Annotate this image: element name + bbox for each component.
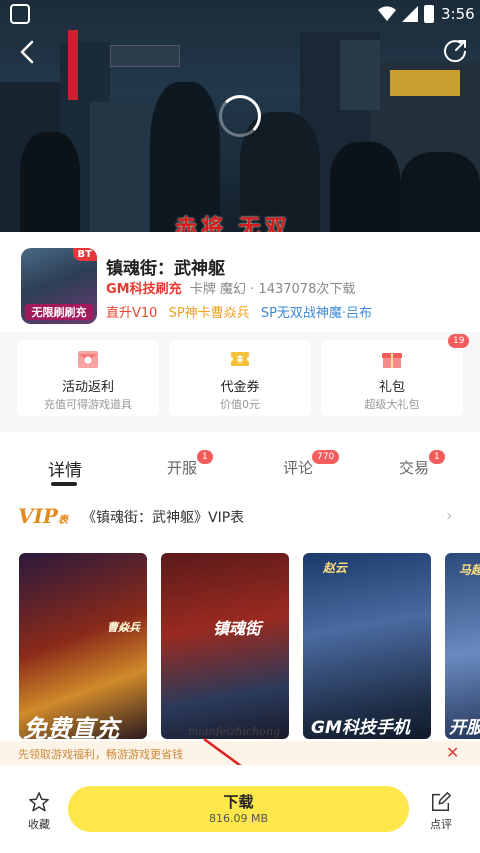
screenshot-side-text: 赵云 (323, 561, 348, 575)
benefit-subtitle: 价值0元 (220, 398, 260, 411)
download-button[interactable]: 下载 816.09 MB (68, 786, 409, 832)
benefit-title: 活动返利 (61, 380, 114, 395)
share-icon[interactable] (442, 38, 468, 64)
screenshot[interactable]: 马超 开服 (445, 553, 480, 739)
tab-comments[interactable]: 评论 (283, 457, 313, 478)
benefit-cards: 活动返利 充值可得游戏道具 代金券 价值0元 礼包 超级大礼包 19 (0, 332, 480, 432)
download-count: 1437078次下载 (258, 282, 356, 297)
benefit-card-voucher[interactable]: 代金券 价值0元 (169, 340, 311, 416)
app-detail-page: 赤将 无双 3:56 BT 无限刷刷充 镇魂街：武神躯 GM科技刷充 卡牌 魔幻… (0, 0, 480, 853)
active-tab-indicator (51, 482, 77, 486)
screenshot-side-text: 曹焱兵 (107, 621, 140, 634)
shop-sign (390, 70, 460, 96)
gm-label: GM科技刷充 (106, 282, 182, 297)
star-icon (29, 792, 49, 812)
tab-server[interactable]: 开服 (167, 457, 197, 478)
character-silhouette (400, 152, 480, 232)
loading-spinner-icon (219, 95, 261, 137)
review-label: 点评 (430, 818, 452, 831)
download-size: 816.09 MB (208, 812, 269, 825)
tip-text: 先领取游戏福利，畅游游戏更省钱 (18, 748, 183, 761)
character-silhouette (330, 142, 400, 232)
battery-icon (424, 5, 434, 23)
window-lights (340, 40, 380, 110)
voucher-icon (231, 352, 249, 366)
review-button[interactable]: 点评 (424, 791, 458, 832)
rebate-envelope-icon (78, 351, 98, 368)
screenshot-caption: 开服 (449, 718, 480, 738)
bt-badge: BT (72, 248, 97, 261)
status-bar: 3:56 (0, 0, 480, 28)
feature-tag: SP无双战神魔·吕布 (260, 306, 373, 321)
character-silhouette (20, 132, 80, 232)
screenshot-caption: 免费直充 (23, 715, 119, 739)
gift-count-badge: 19 (448, 334, 470, 348)
screenshot[interactable]: 赵云 GM科技手机 (303, 553, 431, 739)
screenshot[interactable]: 镇魂街 (161, 553, 289, 739)
benefit-title: 礼包 (378, 380, 405, 395)
tab-details[interactable]: 详情 (48, 456, 82, 481)
app-meta: GM科技刷充 卡牌 魔幻 · 1437078次下载 (106, 278, 355, 297)
chevron-right-icon: › (446, 506, 453, 525)
screenshot-caption: 镇魂街 (213, 619, 262, 638)
benefit-title: 代金券 (220, 380, 260, 395)
benefit-subtitle: 超级大礼包 (364, 398, 420, 411)
signal-icon (402, 6, 418, 22)
favorite-label: 收藏 (28, 818, 50, 831)
screenshot-side-text: 马超 (459, 563, 480, 577)
app-genre: 卡牌 魔幻 (189, 282, 247, 297)
app-title: 镇魂街：武神躯 (106, 259, 225, 279)
bottom-action-bar: 收藏 下载 816.09 MB 点评 (0, 765, 480, 853)
app-notification-icon (10, 4, 30, 24)
benefit-card-gift[interactable]: 礼包 超级大礼包 (321, 340, 463, 416)
video-overlay-text: 赤将 无双 (175, 216, 291, 232)
app-info-section: BT 无限刷刷充 镇魂街：武神躯 GM科技刷充 卡牌 魔幻 · 1437078次… (0, 232, 480, 332)
vip-label: VIP表 (18, 504, 68, 528)
tab-trade[interactable]: 交易 (399, 457, 429, 478)
shop-sign (110, 45, 180, 67)
tab-badge: 1 (429, 450, 445, 464)
screenshot[interactable]: 曹焱兵 免费直充 (19, 553, 147, 739)
tab-badge: 1 (197, 450, 213, 464)
clock: 3:56 (441, 5, 475, 23)
close-icon[interactable]: ✕ (446, 743, 459, 762)
benefit-subtitle: 充值可得游戏道具 (44, 398, 132, 411)
back-arrow-icon[interactable] (14, 38, 42, 66)
app-feature-tags: 直升V10 SP神卡曹焱兵 SP无双战神魔·吕布 (106, 302, 379, 321)
feature-tag: SP神卡曹焱兵 (168, 306, 250, 321)
edit-icon (432, 792, 451, 811)
app-icon-tag: 无限刷刷充 (25, 304, 93, 320)
download-label: 下载 (223, 793, 254, 811)
hero-video[interactable]: 赤将 无双 3:56 (0, 0, 480, 232)
wifi-icon (378, 6, 396, 22)
feature-tag: 直升V10 (106, 306, 158, 321)
screenshot-gallery[interactable]: 曹焱兵 免费直充 镇魂街 赵云 GM科技手机 马超 开服 (0, 553, 480, 739)
meta-separator: · (250, 282, 255, 297)
screenshot-caption: GM科技手机 (311, 718, 410, 738)
tab-badge: 770 (312, 450, 340, 464)
vip-table-row[interactable]: VIP表 《镇魂街：武神躯》VIP表 › (0, 496, 480, 536)
favorite-button[interactable]: 收藏 (22, 791, 56, 832)
neon-sign (68, 30, 78, 100)
benefit-card-rebate[interactable]: 活动返利 充值可得游戏道具 (17, 340, 159, 416)
vip-table-title: 《镇魂街：武神躯》VIP表 (82, 510, 245, 526)
app-icon: BT 无限刷刷充 (21, 248, 97, 324)
gift-icon (382, 353, 402, 368)
